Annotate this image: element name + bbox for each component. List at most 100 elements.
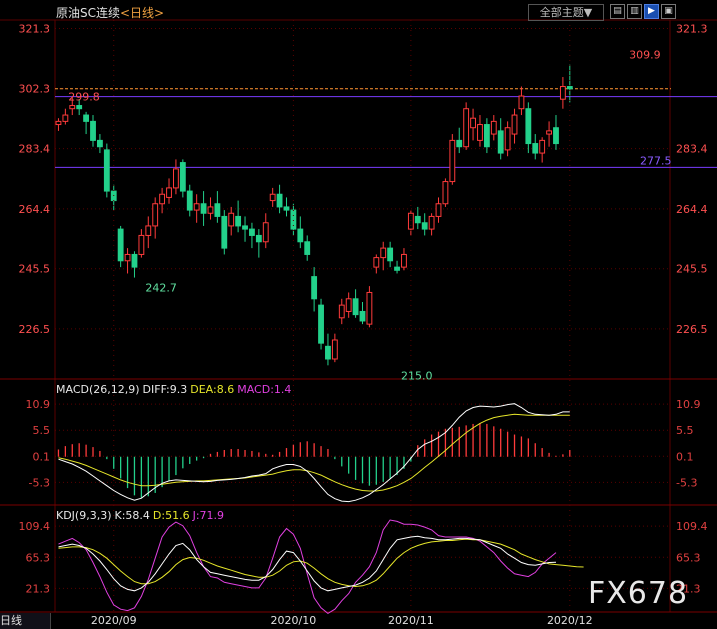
macd-tick-left: 0.1: [33, 450, 51, 463]
candle-body: [456, 139, 463, 148]
price-tick-right: 226.5: [676, 323, 708, 336]
candle-body: [262, 222, 269, 243]
candle-body: [131, 253, 138, 268]
period-label[interactable]: <日线>: [120, 6, 164, 20]
candle-body: [214, 203, 221, 217]
macd-tick-left: 10.9: [26, 398, 51, 411]
kdj-legend-k: K:58.4: [114, 509, 150, 522]
candle-body: [477, 124, 483, 141]
candle-body: [179, 162, 186, 192]
candle-body: [207, 206, 214, 214]
macd-legend-name: MACD(26,12,9): [56, 383, 140, 396]
toolbar-grid-icon[interactable]: ▥: [627, 4, 642, 19]
candle-body: [463, 108, 470, 148]
instrument-name: 原油SC连续: [56, 6, 120, 20]
candle-body: [249, 228, 255, 236]
x-tick-label: 2020/09: [91, 614, 137, 627]
candle-body: [504, 127, 511, 151]
annotation-high: 309.9: [629, 49, 661, 62]
candle-body: [124, 253, 131, 262]
candle-body: [511, 114, 518, 135]
candle-body: [449, 139, 456, 183]
macd-legend-macd: MACD:1.4: [237, 383, 292, 396]
candle-body: [221, 215, 228, 249]
annotation-low: 215.0: [401, 369, 433, 382]
kdj-tick-right: 65.3: [676, 551, 701, 564]
price-tick-right: 321.3: [676, 23, 708, 36]
candle-body: [55, 120, 62, 126]
annotation-low: 242.7: [145, 282, 177, 295]
price-tick-left: 283.4: [19, 143, 51, 156]
candle-body: [193, 203, 200, 211]
candle-body: [380, 247, 387, 259]
candle-body: [497, 130, 504, 154]
candle-body: [152, 203, 159, 227]
toolbar-window-icon[interactable]: ▣: [661, 4, 676, 19]
candle-body: [228, 212, 235, 227]
candle-body: [359, 310, 366, 322]
last-price-box: [671, 81, 717, 96]
candle-body: [90, 120, 96, 141]
chart-title: 原油SC连续<日线>: [56, 4, 164, 21]
price-tick-left: 226.5: [19, 323, 51, 336]
candle-body: [159, 193, 166, 205]
candle-body: [490, 120, 497, 135]
candle-body: [373, 257, 380, 268]
candle-body: [138, 234, 145, 255]
candle-body: [483, 124, 490, 148]
macd-tick-right: 0.1: [676, 450, 694, 463]
macd-tick-left: 5.5: [33, 424, 51, 437]
candle-body: [539, 139, 546, 154]
candle-body: [117, 228, 124, 262]
toolbar-list-icon[interactable]: ▤: [610, 4, 625, 19]
macd-tick-right: 5.5: [676, 424, 694, 437]
candle-body: [83, 114, 90, 122]
macd-tick-right: 10.9: [676, 398, 701, 411]
candle-body: [76, 105, 83, 110]
price-tick-left: 321.3: [19, 23, 51, 36]
candle-body: [525, 108, 532, 145]
candle-body: [421, 222, 428, 230]
candle-body: [387, 247, 394, 262]
candle-body: [200, 203, 207, 214]
candle-body: [318, 304, 324, 344]
hline-label-277-5: 277.5: [640, 154, 672, 167]
theme-dropdown-button[interactable]: 全部主题▼: [528, 4, 604, 21]
candle-body: [242, 225, 248, 230]
kdj-legend-j: J:71.9: [192, 509, 225, 522]
price-tick-left: 302.3: [19, 83, 51, 96]
candle-body: [394, 266, 400, 271]
macd-legend: MACD(26,12,9) DIFF:9.3 DEA:8.6 MACD:1.4: [56, 383, 294, 396]
x-tick-label: 2020/11: [388, 614, 434, 627]
candle-body: [62, 114, 69, 122]
price-tick-right: 245.5: [676, 263, 708, 276]
fx678-watermark: FX678: [588, 576, 689, 611]
candle-body: [401, 253, 407, 268]
kdj-tick-right: 109.4: [676, 520, 708, 533]
candle-body: [304, 241, 311, 255]
candle-body: [186, 190, 193, 211]
candle-body: [325, 345, 331, 360]
candle-body: [532, 143, 539, 154]
x-tick-label: 2020/10: [271, 614, 317, 627]
kdj-legend-name: KDJ(9,3,3): [56, 509, 112, 522]
candle-body: [414, 215, 421, 224]
toolbar-play-icon[interactable]: ▶: [644, 4, 659, 19]
candle-body: [276, 193, 283, 208]
price-tick-left: 245.5: [19, 263, 51, 276]
candle-body: [331, 339, 338, 360]
period-tab-daily[interactable]: 日线: [0, 613, 51, 629]
chart-canvas: 321.3321.3302.3302.3283.4283.4264.4264.4…: [0, 0, 717, 629]
candle-body: [269, 193, 276, 202]
macd-legend-diff: DIFF:9.3: [142, 383, 188, 396]
price-tick-right: 283.4: [676, 143, 708, 156]
kdj-tick-left: 109.4: [19, 520, 51, 533]
candle-body: [290, 209, 297, 230]
x-tick-label: 2020/12: [547, 614, 593, 627]
candle-body: [559, 86, 566, 100]
price-tick-right: 264.4: [676, 203, 708, 216]
candle-body: [297, 228, 304, 243]
macd-tick-left: -5.3: [29, 476, 50, 489]
candle-body: [235, 215, 242, 227]
annotation-hline-label: 299.8: [68, 91, 100, 104]
